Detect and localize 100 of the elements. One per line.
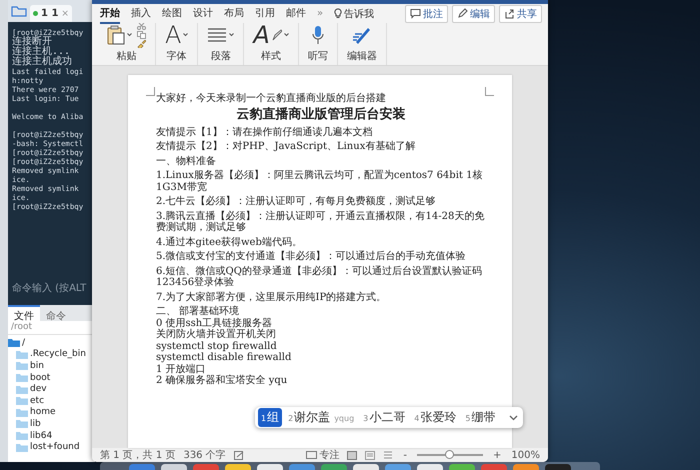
tree-item[interactable]: lib xyxy=(8,418,95,430)
document-paragraph: 友情提示【2】：对PHP、JavaScript、Linux有基础了解 xyxy=(156,141,416,152)
document-line: 2 确保服务器和宝塔安全 yqu xyxy=(156,375,288,386)
monitor-icon xyxy=(306,451,318,459)
folder-icon xyxy=(16,419,28,428)
align-lines-icon xyxy=(207,28,228,42)
word-count: 336 个字 xyxy=(183,448,226,462)
terminal-line: 连接主机... xyxy=(12,47,70,57)
brush-icon xyxy=(137,40,146,48)
document-paragraph: 6.短信、微信或QQ的登录通道【非必须】：可以通过后台设置默认验证码123456登录体验 xyxy=(156,266,483,288)
margin-mark-icon xyxy=(485,87,494,96)
share-button[interactable]: 共享 xyxy=(499,4,542,22)
terminal-tab[interactable]: 1 1 × xyxy=(30,5,72,22)
slider-thumb[interactable] xyxy=(445,450,454,459)
document-paragraph: 2.七牛云【必须】：注册认证即可，有每月免费额度，测试足够 xyxy=(156,196,437,208)
ribbon-tab[interactable]: 布局 xyxy=(224,4,244,24)
document-paragraph: 友情提示【1】：请在操作前仔细通读几遍本文档 xyxy=(156,126,374,138)
clipboard-icon xyxy=(107,25,125,45)
document-paragraph: 一、物料准备 xyxy=(156,156,217,167)
document-line: 二、 部署基础环境 xyxy=(156,306,240,318)
tab-label: 1 1 xyxy=(41,8,58,19)
focus-button[interactable]: 专注 xyxy=(306,448,340,462)
scissors-icon xyxy=(137,22,146,30)
document-line: 0 使用ssh工具链接服务器 xyxy=(156,318,274,328)
proofing-icon xyxy=(234,450,245,460)
caret-icon xyxy=(183,33,188,37)
folder-icon xyxy=(16,350,28,359)
document-paragraph: 1.Linux服务器【必须】：阿里云腾讯云均可，配置为centos7 64bit 1核1G3M带宽 xyxy=(156,170,484,193)
folder-icon xyxy=(8,338,20,348)
microphone-icon xyxy=(312,25,324,45)
terminal-line: 连接主机成功 xyxy=(12,57,72,67)
margin-mark-icon xyxy=(146,87,155,96)
document-paragraph: 7.为了大家部署方便，这里展示用纯IP的搭建方式。 xyxy=(156,292,388,303)
zoom-in-button[interactable]: + xyxy=(491,450,504,460)
tree-item[interactable]: etc xyxy=(8,394,95,407)
panel-tab[interactable]: 文件 xyxy=(8,305,40,321)
lightbulb-icon xyxy=(334,8,342,19)
copy-icon xyxy=(137,30,146,38)
candidate-item[interactable]: 3 小二哥 xyxy=(360,408,408,427)
zoom-level: 100% xyxy=(511,450,540,460)
candidate-item[interactable]: 5绷带 xyxy=(462,408,498,427)
document-line: systemctl disable firewalld xyxy=(156,352,292,364)
tree-item[interactable]: home xyxy=(8,406,95,418)
tool-label[interactable]: 段落 xyxy=(210,49,231,63)
comment-button[interactable]: 批注 xyxy=(405,4,448,22)
print-layout-icon xyxy=(347,450,358,460)
tree-item[interactable]: / xyxy=(8,337,95,349)
document-paragraph: 4.通过本gitee获得web端代码。 xyxy=(156,236,303,248)
folder-icon xyxy=(16,384,28,394)
candidate-item[interactable]: 2谢尔盖 yqug xyxy=(285,408,358,427)
document-paragraph: 5.微信或支付宝的支付通道【非必须】：可以通过后台的手动充值体验 xyxy=(156,251,467,262)
command-input[interactable]: 命令输入 (按ALT xyxy=(12,281,86,295)
tool-label[interactable]: 粘贴 xyxy=(116,49,136,63)
tree-item[interactable]: dev xyxy=(8,383,95,395)
tool-label[interactable]: 听写 xyxy=(308,49,328,63)
document-line: 1 开放端口 xyxy=(156,364,207,375)
folder-icon xyxy=(16,373,28,382)
tell-me-button[interactable]: 告诉我 xyxy=(334,6,374,20)
tool-label[interactable]: 编辑器 xyxy=(346,49,377,63)
document-line: 关闭防火墙并设置开机关闭 xyxy=(156,329,277,340)
tree-item[interactable]: .Recycle_bin xyxy=(8,348,95,360)
folder-icon xyxy=(16,431,28,440)
styles-glyph: A xyxy=(253,23,270,47)
document-paragraph: 3.腾讯云直播【必须】：注册认证即可，开通云直播权限，有14-28天的免费测试期，测试足够 xyxy=(156,210,486,234)
candidate-item[interactable]: 4张爱玲 xyxy=(411,408,460,427)
status-dot-icon xyxy=(33,11,38,16)
page-count: 第 1 页，共 1 页 xyxy=(100,448,176,462)
tree-item[interactable]: bin xyxy=(8,360,95,372)
outline-icon xyxy=(383,450,394,460)
folder-icon xyxy=(16,408,28,417)
document-text: 大家好，今天来录制一个云豹直播商业版的后台搭建 xyxy=(156,93,387,104)
edit-button[interactable]: 编辑 xyxy=(452,4,495,22)
tree-item[interactable]: lost+found xyxy=(8,441,95,453)
tool-label[interactable]: 字体 xyxy=(166,49,187,63)
tool-label[interactable]: 样式 xyxy=(261,49,282,63)
panel-tab[interactable]: 命令 xyxy=(40,305,72,321)
font-glyph: A xyxy=(165,23,182,47)
caret-icon xyxy=(127,33,132,37)
ribbon-tab[interactable]: 设计 xyxy=(193,4,213,24)
ribbon-tab[interactable]: 引用 xyxy=(255,4,275,24)
ribbon-tab[interactable]: 开始 xyxy=(100,4,120,24)
document-line: systemctl stop firewalld xyxy=(156,340,278,352)
tree-item[interactable]: lib64 xyxy=(8,430,95,442)
caret-icon xyxy=(229,33,234,37)
pencil-icon xyxy=(457,8,468,19)
chevron-down-icon xyxy=(509,414,518,420)
share-icon xyxy=(504,8,515,19)
candidate-item[interactable]: 1组 xyxy=(258,408,282,427)
path-field[interactable]: /root xyxy=(8,321,95,335)
folder-icon xyxy=(11,5,27,17)
ribbon-tab[interactable]: 邮件 xyxy=(286,4,306,24)
document-title: 云豹直播商业版管理后台安装 xyxy=(236,106,406,122)
ribbon-tab[interactable]: 插入 xyxy=(131,4,151,24)
editor-pen-icon xyxy=(352,25,372,45)
folder-icon xyxy=(16,396,28,406)
zoom-out-button[interactable]: - xyxy=(401,450,410,460)
pen-icon xyxy=(272,29,282,41)
ribbon-tab[interactable]: 绘图 xyxy=(162,4,182,24)
web-layout-icon xyxy=(365,450,376,460)
tree-item[interactable]: boot xyxy=(8,372,95,384)
